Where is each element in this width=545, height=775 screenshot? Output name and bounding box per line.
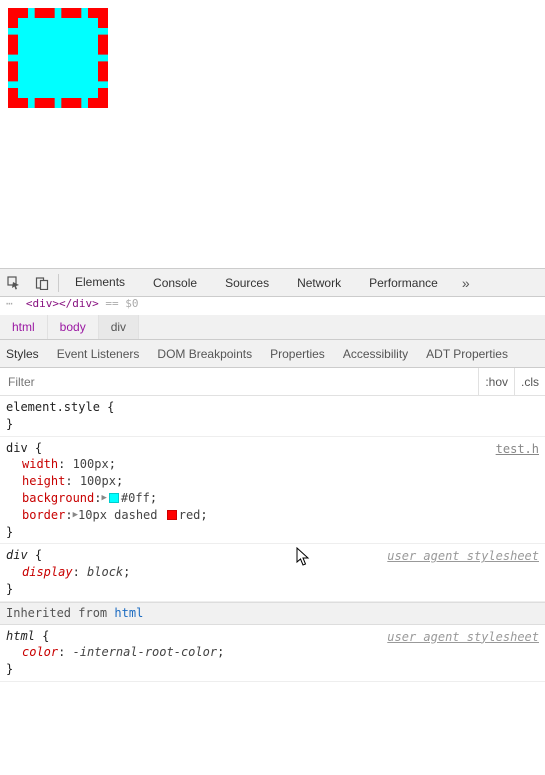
- rule-source-link[interactable]: test.h: [496, 441, 539, 458]
- filter-row: :hov .cls: [0, 368, 545, 396]
- rule-div[interactable]: test.h div { width: 100px; height: 100px…: [0, 437, 545, 545]
- tab-sources[interactable]: Sources: [211, 269, 283, 296]
- dom-tree-snippet[interactable]: ⋯ <div></div> == $0: [0, 297, 545, 315]
- prop-name: background: [22, 491, 94, 505]
- selector: html: [6, 629, 35, 643]
- tab-performance[interactable]: Performance: [355, 269, 452, 296]
- prop-name: width: [22, 457, 58, 471]
- brace-open: {: [35, 548, 42, 562]
- tab-console[interactable]: Console: [139, 269, 211, 296]
- device-icon[interactable]: [28, 269, 56, 296]
- prop-name: color: [22, 645, 58, 659]
- expand-icon[interactable]: ▶: [101, 492, 106, 505]
- more-tabs-icon[interactable]: »: [452, 275, 480, 291]
- prop-name: display: [22, 565, 73, 579]
- prop-value: -internal-root-color: [73, 645, 218, 659]
- subtab-styles[interactable]: Styles: [6, 347, 39, 369]
- main-toolbar: Elements Console Sources Network Perform…: [0, 269, 545, 297]
- filter-input[interactable]: [0, 368, 478, 395]
- color-swatch-red[interactable]: [167, 510, 177, 520]
- cls-button[interactable]: .cls: [514, 368, 545, 395]
- brace-close: }: [6, 525, 13, 539]
- prop-name: height: [22, 474, 65, 488]
- page-preview: [0, 0, 545, 268]
- tab-network[interactable]: Network: [283, 269, 355, 296]
- selector: div: [6, 441, 28, 455]
- styles-pane: element.style { } test.h div { width: 10…: [0, 396, 545, 682]
- brace-close: }: [6, 582, 13, 596]
- inspect-icon[interactable]: [0, 269, 28, 296]
- prop-color: color: -internal-root-color;: [6, 644, 539, 661]
- prop-border[interactable]: border:▶10px dashed red;: [6, 507, 539, 524]
- ellipsis: ⋯: [6, 297, 26, 310]
- rule-html-ua[interactable]: user agent stylesheet html { color: -int…: [0, 625, 545, 682]
- crumb-div[interactable]: div: [99, 315, 139, 339]
- prop-value: 100px: [80, 474, 116, 488]
- crumb-html[interactable]: html: [0, 315, 48, 339]
- brace-open: {: [42, 629, 49, 643]
- sidebar-subtabs: Styles Event Listeners DOM Breakpoints P…: [0, 340, 545, 368]
- demo-box: [8, 8, 108, 108]
- rule-element-style[interactable]: element.style { }: [0, 396, 545, 437]
- ua-label: user agent stylesheet: [387, 629, 539, 646]
- subtab-properties[interactable]: Properties: [270, 347, 325, 361]
- rule-div-ua[interactable]: user agent stylesheet div { display: blo…: [0, 544, 545, 601]
- brace-open: {: [35, 441, 42, 455]
- inherited-from-link[interactable]: html: [114, 606, 143, 620]
- subtab-adt[interactable]: ADT Properties: [426, 347, 508, 361]
- prop-name: border: [22, 508, 65, 522]
- dom-tag-close: </div>: [59, 297, 99, 310]
- subtab-event-listeners[interactable]: Event Listeners: [57, 347, 140, 361]
- crumb-body[interactable]: body: [48, 315, 99, 339]
- inherited-text: Inherited from: [6, 606, 107, 620]
- subtab-dom-breakpoints[interactable]: DOM Breakpoints: [157, 347, 252, 361]
- toolbar-divider: [58, 274, 59, 292]
- hov-button[interactable]: :hov: [478, 368, 514, 395]
- devtools-panel: Elements Console Sources Network Perform…: [0, 268, 545, 682]
- prop-value: block: [87, 565, 123, 579]
- prop-value: red: [179, 508, 201, 522]
- prop-value: 100px: [73, 457, 109, 471]
- brace-close: }: [6, 662, 13, 676]
- prop-width[interactable]: width: 100px;: [6, 456, 539, 473]
- color-swatch-cyan[interactable]: [109, 493, 119, 503]
- ua-label: user agent stylesheet: [387, 548, 539, 565]
- prop-background[interactable]: background:▶#0ff;: [6, 490, 539, 507]
- prop-height[interactable]: height: 100px;: [6, 473, 539, 490]
- brace-open: {: [107, 400, 114, 414]
- breadcrumbs: html body div: [0, 315, 545, 340]
- prop-display: display: block;: [6, 564, 539, 581]
- prop-value: #0ff: [121, 491, 150, 505]
- subtab-accessibility[interactable]: Accessibility: [343, 347, 408, 361]
- prop-value: 10px dashed: [78, 508, 157, 522]
- dom-eq: == $0: [99, 297, 139, 310]
- selector: div: [6, 548, 28, 562]
- dom-tag-open: <div>: [26, 297, 59, 310]
- inherited-header: Inherited from html: [0, 602, 545, 625]
- brace-close: }: [6, 417, 13, 431]
- selector: element.style: [6, 400, 100, 414]
- tab-elements[interactable]: Elements: [61, 269, 139, 296]
